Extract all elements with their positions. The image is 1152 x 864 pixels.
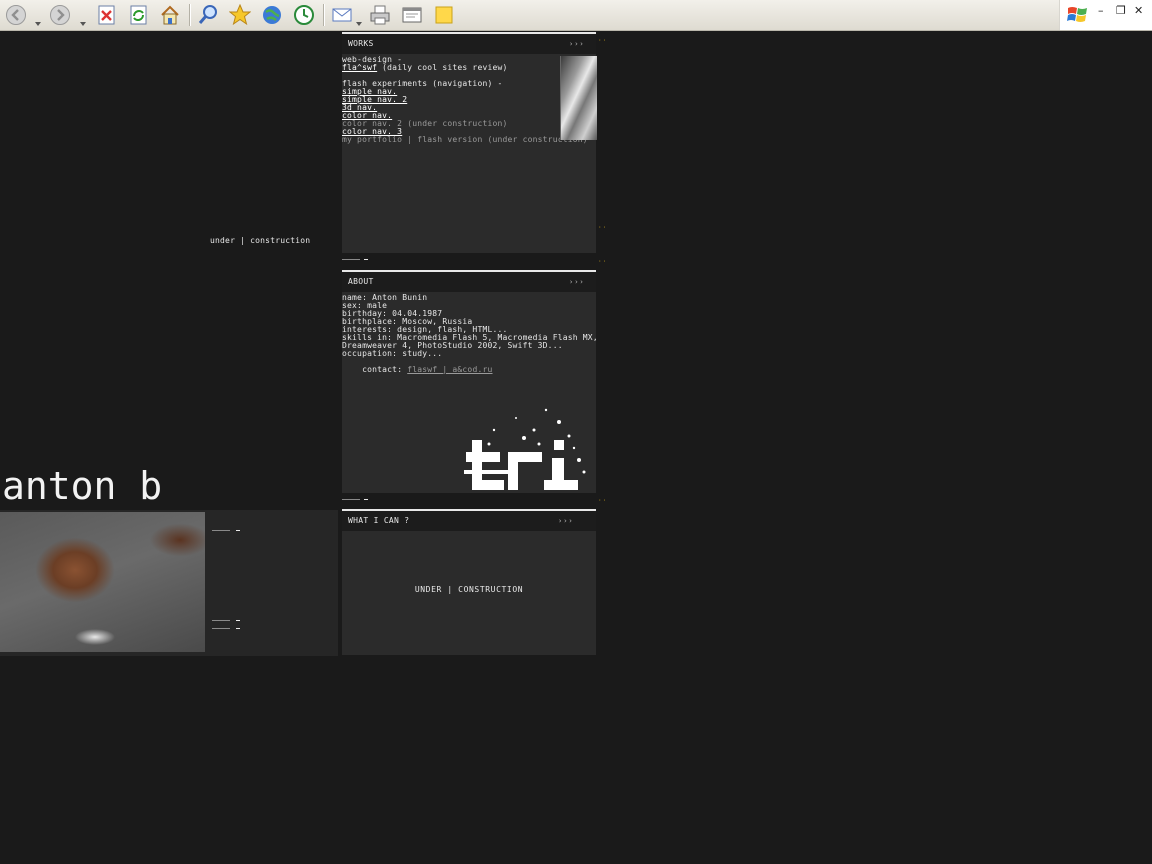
toolbar-separator (189, 4, 191, 26)
menu-rule (212, 620, 230, 621)
back-icon[interactable] (4, 3, 28, 27)
browser-toolbar: – ❐ ✕ (0, 0, 1152, 31)
works-list: web-design - fla^swf (daily cool sites re… (342, 56, 588, 144)
whatican-title: WHAT I CAN ? (348, 516, 410, 525)
about-contact: contact: flaswf | a&cod.ru (342, 358, 493, 382)
about-occupation: occupation: study... (342, 349, 443, 358)
whatican-arrows-icon[interactable]: ››› (558, 517, 574, 525)
works-item-label: my portfolio | flash version (under cons… (342, 135, 588, 144)
favorites-icon[interactable] (228, 3, 252, 27)
under-construction-label: under | construction (210, 236, 311, 245)
menu-rule (212, 628, 230, 629)
works-footer-rule (342, 259, 360, 260)
refresh-icon[interactable] (127, 3, 151, 27)
back-dropdown-icon[interactable] (35, 12, 41, 26)
about-header: ABOUT ››› (342, 270, 596, 292)
windows-logo-icon (1066, 3, 1090, 27)
messenger-icon[interactable] (432, 3, 456, 27)
menu-dash (236, 620, 240, 621)
minimize-icon[interactable]: – (1098, 4, 1104, 17)
media-icon[interactable] (260, 3, 284, 27)
site-title: anton b (2, 464, 163, 508)
avatar (0, 512, 205, 652)
accent-dots: ·· (598, 37, 608, 44)
window-controls: – ❐ ✕ (1059, 0, 1152, 30)
menu-dash (236, 530, 240, 531)
mail-dropdown-icon[interactable] (356, 12, 362, 26)
works-footer-dash (364, 259, 368, 260)
works-panel: web-design - fla^swf (daily cool sites re… (342, 54, 597, 253)
search-icon[interactable] (196, 3, 220, 27)
works-arrows-icon[interactable]: ››› (569, 40, 585, 48)
works-thumbnail (560, 56, 597, 140)
about-footer-dash (364, 499, 368, 500)
stop-icon[interactable] (95, 3, 119, 27)
accent-dots: ·· (598, 497, 608, 504)
toolbar-separator (323, 4, 325, 26)
contact-label: contact: (362, 365, 408, 374)
about-arrows-icon[interactable]: ››› (569, 278, 585, 286)
contact-links[interactable]: flaswf | a&cod.ru (407, 365, 492, 374)
accent-dots: ·· (598, 224, 608, 231)
works-item[interactable]: simple nav. 2 (342, 96, 588, 104)
close-icon[interactable]: ✕ (1134, 4, 1143, 17)
about-footer-rule (342, 499, 360, 500)
works-item-label[interactable]: fla^swf (342, 63, 377, 72)
restore-icon[interactable]: ❐ (1116, 4, 1126, 17)
home-icon[interactable] (158, 3, 182, 27)
works-item[interactable]: fla^swf (daily cool sites review) (342, 64, 588, 72)
whatican-body: UNDER | CONSTRUCTION (414, 585, 524, 594)
whatican-panel: UNDER | CONSTRUCTION (342, 531, 596, 655)
about-info: name: Anton Bunin sex: male birthday: 04.0… (342, 294, 596, 350)
works-item: my portfolio | flash version (under cons… (342, 136, 588, 144)
works-header: WORKS ››› (342, 32, 596, 54)
history-icon[interactable] (292, 3, 316, 27)
print-icon[interactable] (368, 3, 392, 27)
forward-icon[interactable] (48, 3, 72, 27)
edit-icon[interactable] (400, 3, 424, 27)
whatican-header: WHAT I CAN ? ››› (342, 509, 596, 531)
mail-icon[interactable] (330, 3, 354, 27)
works-title: WORKS (348, 39, 374, 48)
accent-dots: ·· (598, 258, 608, 265)
about-title: ABOUT (348, 277, 374, 286)
works-item-suffix: (daily cool sites review) (377, 63, 508, 72)
about-panel: name: Anton Bunin sex: male birthday: 04.0… (342, 292, 596, 493)
menu-dash (236, 628, 240, 629)
tri-logo-icon (464, 408, 586, 490)
forward-dropdown-icon[interactable] (80, 12, 86, 26)
menu-rule (212, 530, 230, 531)
